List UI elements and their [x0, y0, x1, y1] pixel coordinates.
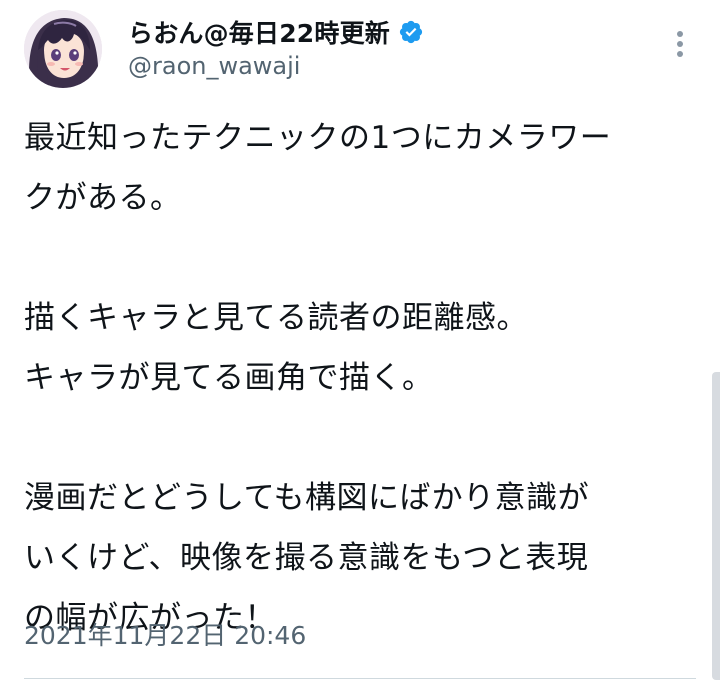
display-name[interactable]: らおん@毎日22時更新	[128, 14, 390, 50]
divider	[24, 678, 696, 679]
tweet-text: 最近知ったテクニックの1つにカメラワー クがある。 描くキャラと見てる読者の距離…	[24, 108, 704, 648]
author-name-row[interactable]: らおん@毎日22時更新	[128, 14, 424, 50]
more-vertical-icon	[677, 31, 683, 57]
more-options-button[interactable]	[666, 24, 694, 64]
tweet-paragraph-1: 最近知ったテクニックの1つにカメラワー クがある。	[24, 120, 612, 216]
tweet-timestamp[interactable]: 2021年11月22日 20:46	[24, 616, 306, 652]
avatar[interactable]	[24, 10, 102, 88]
anime-girl-avatar-icon	[24, 10, 102, 88]
tweet: らおん@毎日22時更新 @raon_wawaji 最近知ったテクニックの1つにカ…	[0, 0, 720, 680]
verified-badge-icon	[399, 20, 423, 44]
tweet-paragraph-2: 描くキャラと見てる読者の距離感。 キャラが見てる画角で描く。	[24, 300, 528, 396]
author-handle[interactable]: @raon_wawaji	[128, 52, 300, 80]
scrollbar[interactable]	[712, 372, 720, 680]
